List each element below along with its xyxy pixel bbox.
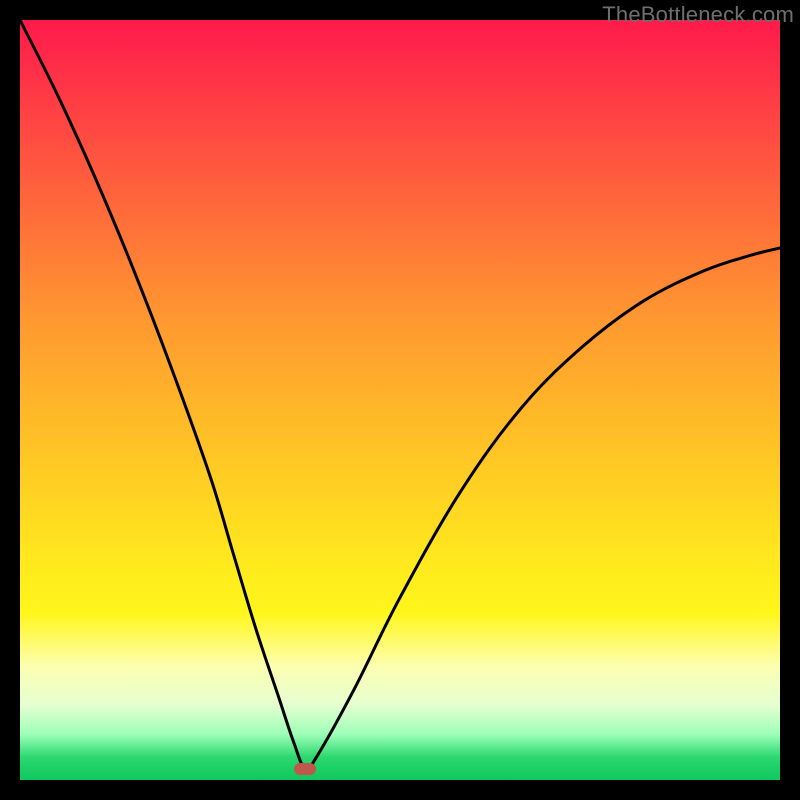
bottleneck-curve	[20, 20, 780, 780]
chart-plot-area	[20, 20, 780, 780]
watermark-text: TheBottleneck.com	[602, 2, 794, 28]
optimal-point-marker	[294, 763, 316, 775]
